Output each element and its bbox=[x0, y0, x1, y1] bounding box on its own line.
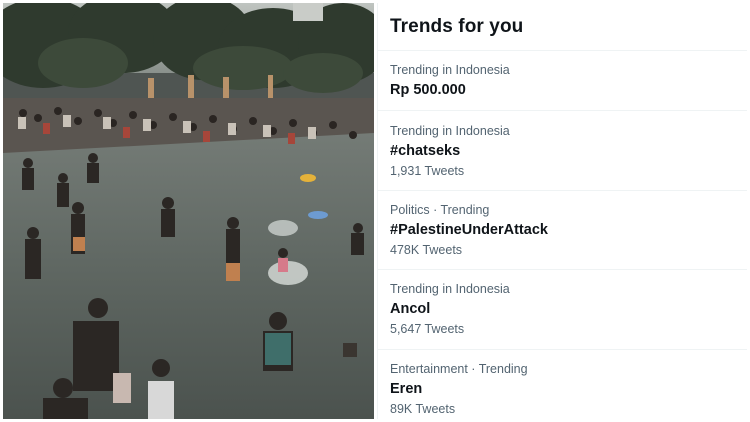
trend-item-palestine-under-attack[interactable]: Politics · Trending #PalestineUnderAttac… bbox=[378, 191, 747, 270]
beach-crowd-photo bbox=[3, 3, 374, 419]
trend-name: Rp 500.000 bbox=[390, 82, 466, 98]
trend-name: #chatseks bbox=[390, 143, 461, 159]
trend-item-ancol[interactable]: Trending in Indonesia Ancol 5,647 Tweets bbox=[378, 270, 747, 350]
trends-header: Trends for you bbox=[378, 3, 747, 51]
trends-title: Trends for you bbox=[390, 16, 524, 37]
screenshot-frame: Trends for you Trending in Indonesia Rp … bbox=[0, 0, 750, 422]
trend-context: Trending in Indonesia bbox=[390, 124, 510, 138]
trend-name: Ancol bbox=[390, 301, 431, 317]
trend-tweet-count: 89K Tweets bbox=[390, 402, 456, 416]
trend-context: Trending in Indonesia bbox=[390, 282, 510, 296]
trend-tweet-count: 478K Tweets bbox=[390, 243, 463, 257]
trend-context: Entertainment · Trending bbox=[390, 362, 528, 376]
trend-name: #PalestineUnderAttack bbox=[390, 222, 548, 238]
trends-panel: Trends for you Trending in Indonesia Rp … bbox=[377, 3, 747, 419]
trend-context: Trending in Indonesia bbox=[390, 63, 510, 77]
trend-name: Eren bbox=[390, 381, 423, 397]
trend-item-chatseks[interactable]: Trending in Indonesia #chatseks 1,931 Tw… bbox=[378, 111, 747, 191]
trend-tweet-count: 5,647 Tweets bbox=[390, 322, 465, 336]
beach-crowd-illustration bbox=[3, 3, 374, 419]
trend-item-rp-500000[interactable]: Trending in Indonesia Rp 500.000 bbox=[378, 51, 747, 111]
trend-item-eren[interactable]: Entertainment · Trending Eren 89K Tweets bbox=[378, 350, 747, 419]
trend-tweet-count: 1,931 Tweets bbox=[390, 164, 465, 178]
trend-context: Politics · Trending bbox=[390, 203, 490, 217]
